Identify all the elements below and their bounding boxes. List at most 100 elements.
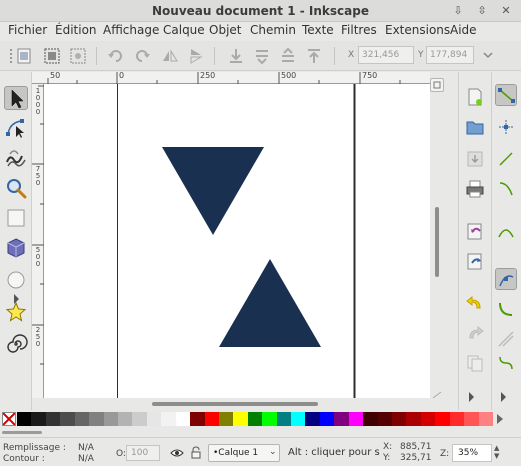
color-swatch[interactable] [420, 412, 436, 426]
snap-smooth-icon[interactable] [495, 352, 517, 374]
snap-paths-icon[interactable] [495, 298, 517, 320]
color-swatch[interactable] [262, 412, 278, 426]
snap-bbox-icon[interactable] [495, 116, 517, 138]
downward-triangle[interactable] [162, 147, 264, 235]
eye-icon[interactable] [170, 447, 184, 459]
snap-midpoint-icon[interactable] [495, 220, 517, 242]
flip-horizontal-icon[interactable] [160, 46, 180, 66]
3d-box-tool-icon[interactable] [4, 236, 28, 260]
raise-to-top-icon[interactable] [304, 46, 324, 66]
color-swatch[interactable] [89, 412, 105, 426]
color-swatch[interactable] [146, 412, 162, 426]
menu-objet[interactable]: Objet [209, 23, 241, 37]
import-icon[interactable] [464, 220, 486, 242]
horizontal-scrollbar[interactable] [44, 398, 430, 410]
menu-calque[interactable]: Calque [163, 23, 205, 37]
color-swatch[interactable] [276, 412, 292, 426]
upward-triangle[interactable] [219, 259, 321, 347]
color-swatch[interactable] [233, 412, 249, 426]
tweak-tool-icon[interactable] [4, 146, 28, 170]
rectangle-tool-icon[interactable] [4, 206, 28, 230]
deselect-icon[interactable] [68, 46, 88, 66]
select-in-all-layers-icon[interactable] [42, 46, 62, 66]
color-swatch[interactable] [74, 412, 90, 426]
vertical-scrollbar[interactable] [430, 72, 444, 399]
lock-icon[interactable] [190, 446, 202, 460]
new-document-icon[interactable] [464, 86, 486, 108]
minimize-button[interactable]: ⇩ [450, 3, 466, 19]
snap-nodes-icon[interactable] [495, 268, 517, 290]
open-folder-icon[interactable] [464, 116, 486, 138]
color-swatch[interactable] [449, 412, 465, 426]
color-swatch[interactable] [392, 412, 407, 426]
color-swatch[interactable] [478, 412, 494, 426]
node-tool-icon[interactable] [4, 116, 28, 140]
color-swatch[interactable] [319, 412, 335, 426]
menu-fichier[interactable]: Fichier [8, 23, 47, 37]
menu-edition[interactable]: Édition [55, 23, 97, 37]
zoom-tool-icon[interactable] [4, 176, 28, 200]
rotate-cw-icon[interactable] [132, 46, 152, 66]
color-swatch[interactable] [435, 412, 451, 426]
color-swatch[interactable] [406, 412, 422, 426]
export-icon[interactable] [464, 250, 486, 272]
color-swatch[interactable] [175, 412, 191, 426]
color-swatch[interactable] [305, 412, 321, 426]
color-swatch[interactable] [17, 412, 32, 426]
palette-scroll-thumb[interactable] [2, 431, 42, 434]
vertical-scroll-thumb[interactable] [435, 207, 439, 277]
palette-scrollbar[interactable] [0, 428, 521, 437]
color-swatch[interactable] [60, 412, 76, 426]
palette-menu-icon[interactable] [497, 414, 503, 424]
color-swatch[interactable] [31, 412, 47, 426]
drawing-canvas[interactable] [44, 84, 430, 398]
color-swatch[interactable] [291, 412, 306, 426]
redo-icon[interactable] [464, 322, 486, 344]
color-swatch[interactable] [117, 412, 133, 426]
zoom-input[interactable]: 35% [452, 444, 492, 462]
close-button[interactable]: ✕ [498, 3, 514, 19]
select-all-icon[interactable] [14, 46, 34, 66]
color-swatch[interactable] [218, 412, 234, 426]
zoom-correction-button[interactable] [430, 78, 444, 92]
toolbox-expand-icon[interactable] [14, 294, 19, 304]
snap-toggle-icon[interactable] [495, 84, 517, 106]
lower-to-bottom-icon[interactable] [226, 46, 246, 66]
raise-icon[interactable] [278, 46, 298, 66]
no-paint-swatch[interactable] [2, 412, 16, 426]
color-swatch[interactable] [247, 412, 263, 426]
layer-selector[interactable]: •Calque 1 ⌄ [208, 444, 280, 462]
color-swatch[interactable] [377, 412, 393, 426]
opacity-input[interactable]: 100 [126, 445, 160, 461]
snap-intersection-icon[interactable] [495, 328, 517, 350]
maximize-button[interactable]: ⇳ [474, 3, 490, 19]
y-coord-input[interactable]: 177,894 [426, 46, 474, 64]
menu-affichage[interactable]: Affichage [103, 23, 159, 37]
color-swatch[interactable] [103, 412, 119, 426]
snap-bbox-corner-icon[interactable] [495, 178, 517, 200]
horizontal-scroll-thumb[interactable] [152, 402, 318, 406]
color-swatch[interactable] [363, 412, 379, 426]
color-swatch[interactable] [348, 412, 364, 426]
color-swatch[interactable] [132, 412, 148, 426]
snap-expand-icon[interactable] [501, 392, 506, 402]
x-coord-input[interactable]: 321,456 [358, 46, 414, 64]
color-swatch[interactable] [464, 412, 480, 426]
color-swatch[interactable] [190, 412, 205, 426]
print-icon[interactable] [464, 178, 486, 200]
commands-expand-icon[interactable] [469, 392, 474, 402]
color-swatch[interactable] [45, 412, 61, 426]
zoom-spinner-icon[interactable]: ▲ ▼ [494, 444, 504, 462]
rotate-ccw-icon[interactable] [106, 46, 126, 66]
menu-extensions[interactable]: Extensions [385, 23, 450, 37]
selector-tool-icon[interactable] [4, 86, 28, 110]
menu-texte[interactable]: Texte [302, 23, 334, 37]
color-swatch[interactable] [204, 412, 220, 426]
menu-aide[interactable]: Aide [450, 23, 477, 37]
save-icon[interactable] [464, 148, 486, 170]
menu-chemin[interactable]: Chemin [250, 23, 296, 37]
color-swatch[interactable] [161, 412, 177, 426]
menu-filtres[interactable]: Filtres [341, 23, 377, 37]
color-swatch[interactable] [334, 412, 350, 426]
copy-icon[interactable] [464, 352, 486, 374]
